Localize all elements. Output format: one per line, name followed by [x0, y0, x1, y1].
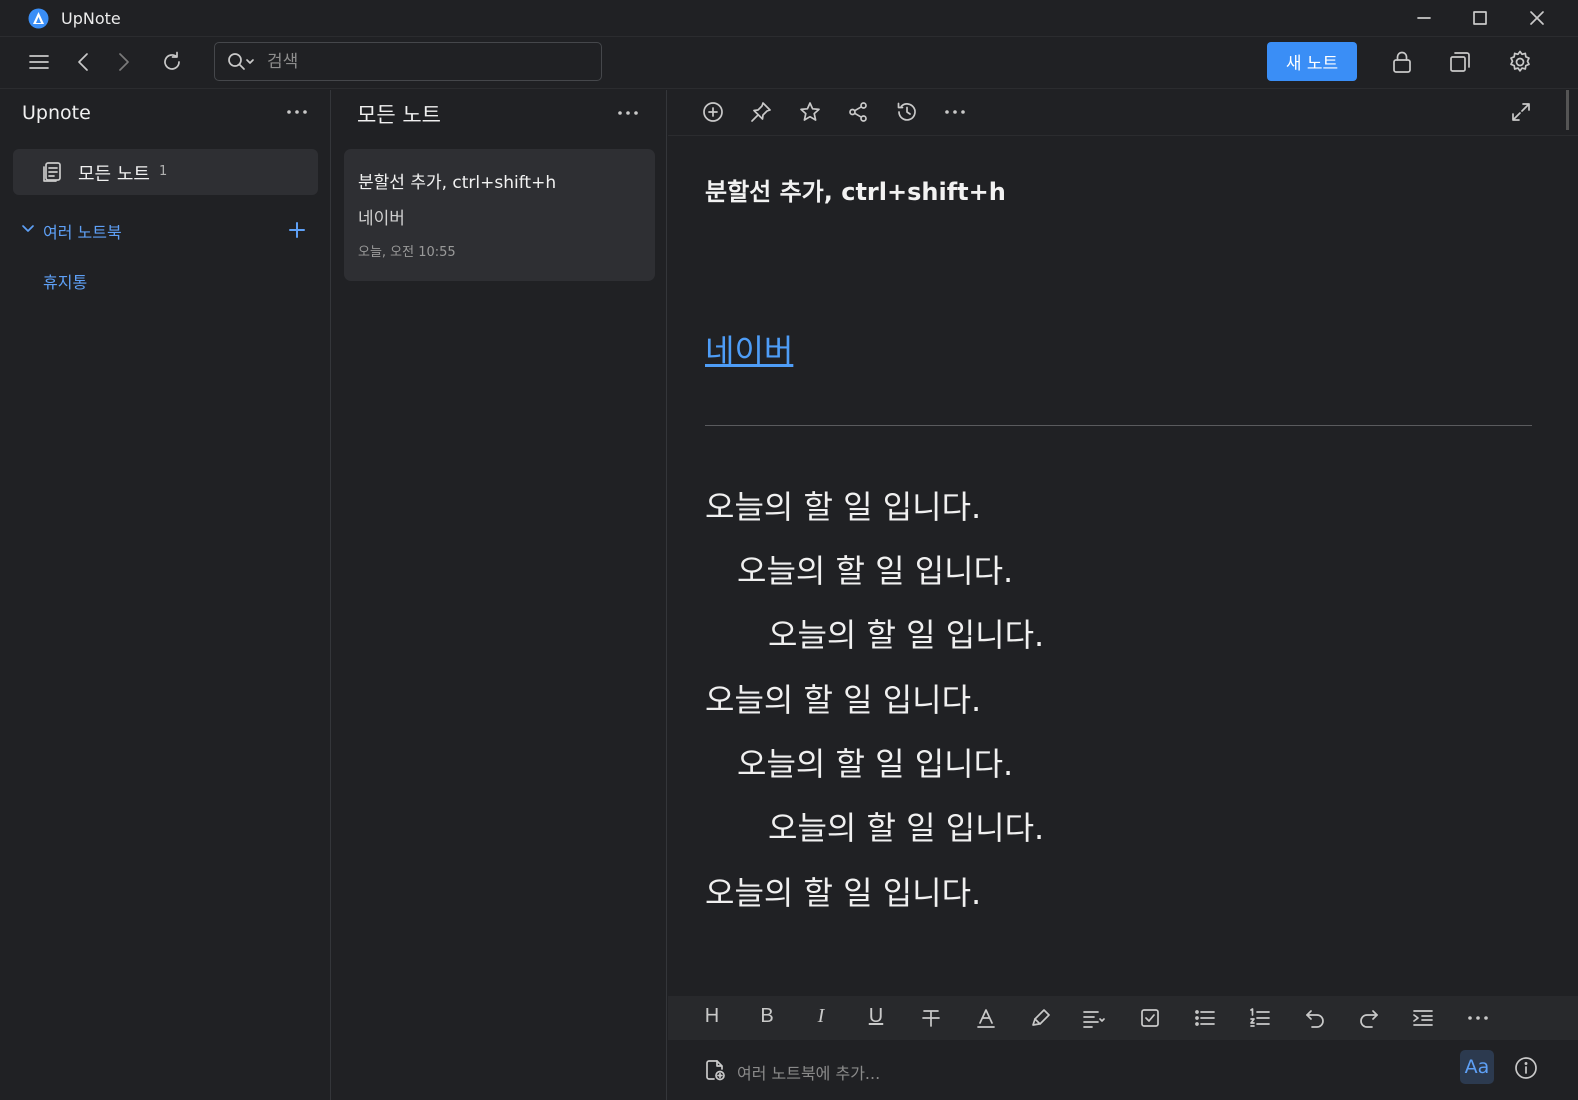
sidebar-more-icon[interactable] — [285, 107, 309, 117]
bullet-list-icon[interactable] — [1193, 1006, 1217, 1030]
align-icon[interactable] — [1082, 1006, 1106, 1030]
highlight-icon[interactable] — [1029, 1006, 1053, 1030]
menu-icon[interactable] — [26, 49, 52, 75]
main-toolbar: 새 노트 — [0, 37, 1578, 89]
italic-button[interactable]: I — [809, 1005, 833, 1028]
expand-icon[interactable] — [1509, 100, 1533, 124]
title-bar: UpNote — [0, 0, 1578, 37]
app-logo-icon — [28, 8, 49, 29]
note-card-preview: 네이버 — [358, 209, 405, 229]
text-line: 오늘의 할 일 입니다. — [737, 745, 1014, 783]
checkbox-icon[interactable] — [1138, 1006, 1162, 1030]
editor: 분할선 추가, ctrl+shift+h 네이버 오늘의 할 일 입니다. 오늘… — [668, 90, 1578, 1100]
more-icon[interactable] — [1466, 1006, 1490, 1030]
star-icon[interactable] — [798, 100, 822, 124]
sidebar-title: Upnote — [22, 102, 91, 124]
note-card-date: 오늘, 오전 10:55 — [358, 245, 456, 260]
lock-icon[interactable] — [1389, 49, 1415, 75]
info-icon[interactable] — [1514, 1056, 1538, 1080]
search-box[interactable] — [214, 42, 602, 81]
undo-icon[interactable] — [1303, 1006, 1327, 1030]
indent-icon[interactable] — [1411, 1006, 1435, 1030]
note-content[interactable]: 분할선 추가, ctrl+shift+h 네이버 오늘의 할 일 입니다. 오늘… — [705, 136, 1532, 996]
format-bar: H B I U — [668, 996, 1578, 1040]
more-icon[interactable] — [943, 100, 967, 124]
close-icon[interactable] — [1527, 8, 1547, 28]
forward-icon[interactable] — [110, 49, 136, 75]
note-list-title: 모든 노트 — [357, 103, 441, 127]
sidebar: Upnote 모든 노트 1 여러 노트북 휴지통 — [0, 90, 331, 1100]
history-icon[interactable] — [895, 100, 919, 124]
gear-icon[interactable] — [1507, 49, 1533, 75]
note-link[interactable]: 네이버 — [705, 326, 793, 372]
note-count: 1 — [159, 164, 168, 179]
sidebar-item-trash[interactable]: 휴지통 — [43, 269, 87, 293]
share-icon[interactable] — [846, 100, 870, 124]
note-card-title: 분할선 추가, ctrl+shift+h — [358, 173, 557, 193]
note-heading: 분할선 추가, ctrl+shift+h — [705, 178, 1006, 206]
add-to-notebook-field[interactable]: 여러 노트북에 추가... — [737, 1060, 880, 1084]
sidebar-item-all-notes[interactable]: 모든 노트 1 — [13, 149, 318, 195]
add-circle-icon[interactable] — [701, 100, 725, 124]
underline-button[interactable]: U — [864, 1005, 888, 1028]
horizontal-divider — [705, 425, 1532, 426]
bold-button[interactable]: B — [755, 1005, 779, 1028]
note-card[interactable]: 분할선 추가, ctrl+shift+h 네이버 오늘, 오전 10:55 — [344, 149, 655, 281]
text-line: 오늘의 할 일 입니다. — [705, 488, 982, 526]
strikethrough-icon[interactable] — [919, 1006, 943, 1030]
new-window-icon[interactable] — [1447, 49, 1473, 75]
add-to-notebook-icon[interactable] — [703, 1058, 727, 1082]
font-settings-button[interactable]: Aa — [1460, 1050, 1494, 1084]
heading-button[interactable]: H — [700, 1005, 724, 1028]
sidebar-item-notebooks[interactable]: 여러 노트북 — [43, 219, 122, 243]
editor-scrollbar[interactable] — [1566, 90, 1569, 130]
text-line: 오늘의 할 일 입니다. — [768, 809, 1045, 847]
window-title: UpNote — [61, 9, 121, 28]
add-notebook-icon[interactable] — [287, 220, 307, 240]
notes-icon — [43, 162, 61, 182]
text-line: 오늘의 할 일 입니다. — [768, 616, 1045, 654]
numbered-list-icon[interactable] — [1248, 1006, 1272, 1030]
refresh-icon[interactable] — [159, 49, 185, 75]
notebook-bar: 여러 노트북에 추가... Aa — [668, 1040, 1578, 1100]
redo-icon[interactable] — [1357, 1006, 1381, 1030]
maximize-icon[interactable] — [1470, 8, 1490, 28]
text-color-icon[interactable] — [974, 1006, 998, 1030]
pin-icon[interactable] — [749, 100, 773, 124]
new-note-button[interactable]: 새 노트 — [1267, 42, 1357, 81]
minimize-icon[interactable] — [1414, 8, 1434, 28]
text-line: 오늘의 할 일 입니다. — [705, 874, 982, 912]
note-list-more-icon[interactable] — [616, 108, 640, 118]
editor-toolbar — [668, 90, 1578, 136]
back-icon[interactable] — [71, 49, 97, 75]
sidebar-item-label: 모든 노트 — [78, 164, 150, 185]
search-input[interactable] — [267, 51, 587, 73]
text-line: 오늘의 할 일 입니다. — [737, 552, 1014, 590]
note-list: 모든 노트 분할선 추가, ctrl+shift+h 네이버 오늘, 오전 10… — [332, 90, 667, 1100]
search-icon — [228, 53, 254, 70]
text-line: 오늘의 할 일 입니다. — [705, 681, 982, 719]
chevron-down-icon[interactable] — [20, 221, 36, 237]
